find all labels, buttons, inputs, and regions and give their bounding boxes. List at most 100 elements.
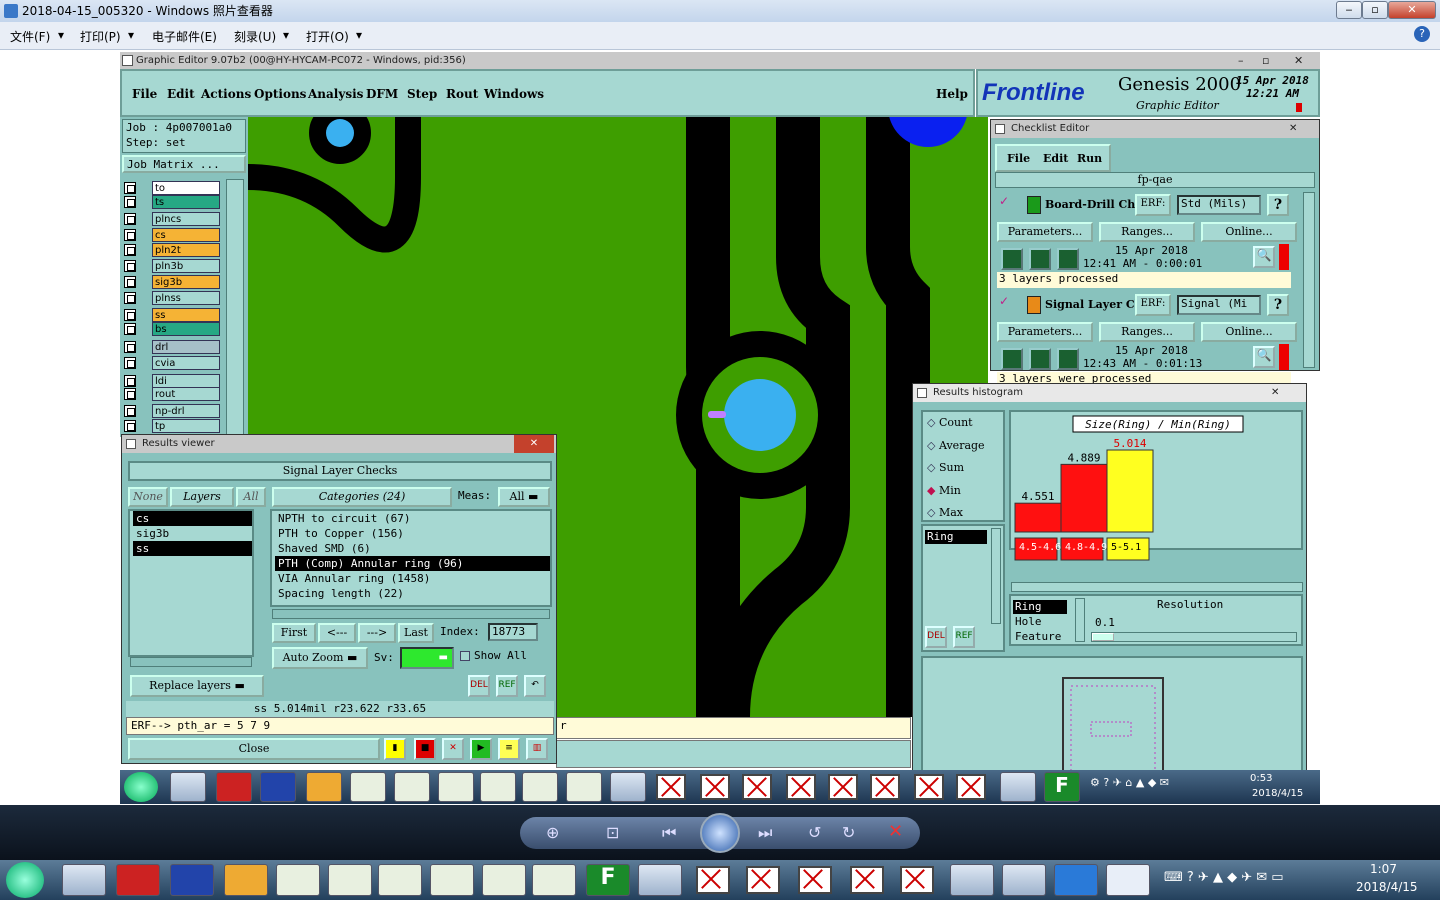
aggregate-option-count[interactable]: ◇ Count — [927, 416, 973, 429]
actual-size-icon[interactable]: ⊡ — [606, 823, 619, 842]
category-item[interactable]: PTH to Copper (156) — [275, 526, 550, 541]
all-button[interactable]: All — [236, 487, 266, 507]
aggregate-option-sum[interactable]: ◇ Sum — [927, 461, 964, 474]
prev-button[interactable]: <--- — [318, 623, 356, 643]
aggregate-option-average[interactable]: ◇ Average — [927, 439, 985, 452]
layer-row[interactable]: cs — [124, 228, 222, 242]
radio-icon[interactable]: ◇ — [927, 461, 939, 474]
layer-name[interactable]: ts — [152, 195, 220, 209]
menu-print[interactable]: 打印(P) — [80, 28, 121, 45]
ref-button[interactable]: REF — [496, 675, 518, 697]
feature-hole[interactable]: Hole — [1015, 615, 1042, 628]
menu-burn[interactable]: 刻录(U) — [234, 28, 276, 45]
magnifier-icon[interactable]: 🔍 — [1253, 246, 1275, 268]
excel-icon[interactable] — [438, 772, 474, 802]
report-icon[interactable]: ≡ — [498, 738, 520, 760]
genesis-icon[interactable] — [610, 772, 646, 802]
run-icon[interactable] — [1029, 248, 1051, 270]
close-button[interactable]: ✕ — [1388, 1, 1436, 19]
help-icon[interactable]: ? — [1267, 194, 1289, 216]
layer-name[interactable]: np-drl — [152, 404, 220, 418]
radio-icon[interactable]: ◇ — [927, 416, 939, 429]
category-item[interactable]: PTH (Comp) Annular ring (96) — [275, 556, 550, 571]
menu-step[interactable]: Step — [407, 87, 437, 101]
frontline-app-icon[interactable] — [1054, 864, 1098, 896]
x-app-icon[interactable] — [656, 774, 686, 800]
app-icon[interactable] — [216, 772, 252, 802]
layer-row[interactable]: sig3b — [124, 275, 222, 289]
frontline-icon[interactable]: F — [586, 864, 630, 896]
sv-color-dropdown[interactable]: ▬ — [400, 647, 454, 669]
ranges-button[interactable]: Ranges... — [1099, 322, 1195, 342]
ie-icon[interactable] — [170, 772, 206, 802]
layer-name[interactable]: sig3b — [152, 275, 220, 289]
genesis-close-button[interactable]: ✕ — [1294, 52, 1303, 69]
menu-edit[interactable]: Edit — [167, 87, 195, 101]
erf-value[interactable]: Std (Mils) — [1177, 195, 1261, 215]
zoom-icon[interactable]: ⊕ — [546, 823, 559, 842]
layer-row[interactable]: np-drl — [124, 404, 222, 418]
radio-icon[interactable]: ◆ — [927, 484, 939, 497]
next-button[interactable]: ---> — [358, 623, 396, 643]
layer-checkbox[interactable] — [124, 341, 136, 353]
tool-icon[interactable]: ■ — [414, 738, 436, 760]
layer-checkbox[interactable] — [124, 196, 136, 208]
category-item[interactable]: NPTH to circuit (67) — [275, 511, 550, 526]
layer-scrollbar[interactable] — [226, 179, 244, 435]
x-app-icon[interactable] — [700, 774, 730, 800]
x-app-icon[interactable] — [850, 866, 884, 894]
layer-name[interactable]: pln3b — [152, 259, 220, 273]
checklist-close-button[interactable]: ✕ — [1289, 120, 1297, 138]
layer-checkbox[interactable] — [124, 260, 136, 272]
erf-command-line[interactable]: ERF--> pth_ar = 5 7 9 — [126, 717, 554, 735]
parameters-button[interactable]: Parameters... — [997, 322, 1093, 342]
save-icon[interactable] — [170, 864, 214, 896]
layer-name[interactable]: plncs — [152, 212, 220, 226]
layer-checkbox[interactable] — [124, 357, 136, 369]
feature-scrollbar[interactable] — [1075, 598, 1085, 642]
none-button[interactable]: None — [128, 487, 168, 507]
aggregate-option-min[interactable]: ◆ Min — [927, 484, 961, 497]
layer-name[interactable]: cvia — [152, 356, 220, 370]
histogram-bar[interactable] — [1106, 449, 1154, 533]
menu-rout[interactable]: Rout — [446, 87, 478, 101]
start-button[interactable] — [124, 772, 158, 802]
layer-name[interactable]: tp — [152, 419, 220, 433]
layer-row[interactable]: ss — [124, 308, 222, 322]
layer-result-item[interactable]: cs — [133, 511, 252, 526]
del-button[interactable]: DEL — [468, 675, 490, 697]
document-icon[interactable] — [1106, 864, 1150, 896]
menu-file[interactable]: File — [132, 87, 157, 101]
x-app-icon[interactable] — [828, 774, 858, 800]
chart-icon[interactable]: ▥ — [526, 738, 548, 760]
online-button[interactable]: Online... — [1201, 322, 1297, 342]
layer-name[interactable]: ldi — [152, 374, 220, 388]
layer-name[interactable]: ss — [152, 308, 220, 322]
layer-name[interactable]: to — [152, 181, 220, 195]
excel-icon[interactable] — [328, 864, 372, 896]
save-icon[interactable] — [260, 772, 296, 802]
first-button[interactable]: First — [272, 623, 316, 643]
checklist-item-name[interactable]: Board-Drill Che — [1045, 198, 1142, 211]
checklist-scrollbar[interactable] — [1303, 192, 1315, 368]
layer-row[interactable]: pln2t — [124, 243, 222, 257]
photo-viewer-icon[interactable] — [950, 864, 994, 896]
x-app-icon[interactable] — [696, 866, 730, 894]
layer-checkbox[interactable] — [124, 292, 136, 304]
x-app-icon[interactable] — [956, 774, 986, 800]
x-app-icon[interactable] — [786, 774, 816, 800]
x-app-icon[interactable] — [746, 866, 780, 894]
category-item[interactable]: Shaved SMD (6) — [275, 541, 550, 556]
run-icon[interactable] — [1001, 348, 1023, 370]
layer-row[interactable]: ts — [124, 195, 222, 209]
ie-icon[interactable] — [62, 864, 106, 896]
online-button[interactable]: Online... — [1201, 222, 1297, 242]
magnifier-icon[interactable]: 🔍 — [1253, 346, 1275, 368]
layer-row[interactable]: ldi — [124, 374, 222, 388]
help-icon[interactable]: ? — [1414, 26, 1430, 42]
list-scrollbar[interactable] — [991, 528, 1001, 624]
layer-row[interactable]: tp — [124, 419, 222, 433]
start-button[interactable] — [6, 862, 44, 898]
layer-name[interactable]: rout — [152, 387, 220, 401]
menu-print-arrow-icon[interactable]: ▾ — [128, 28, 134, 42]
